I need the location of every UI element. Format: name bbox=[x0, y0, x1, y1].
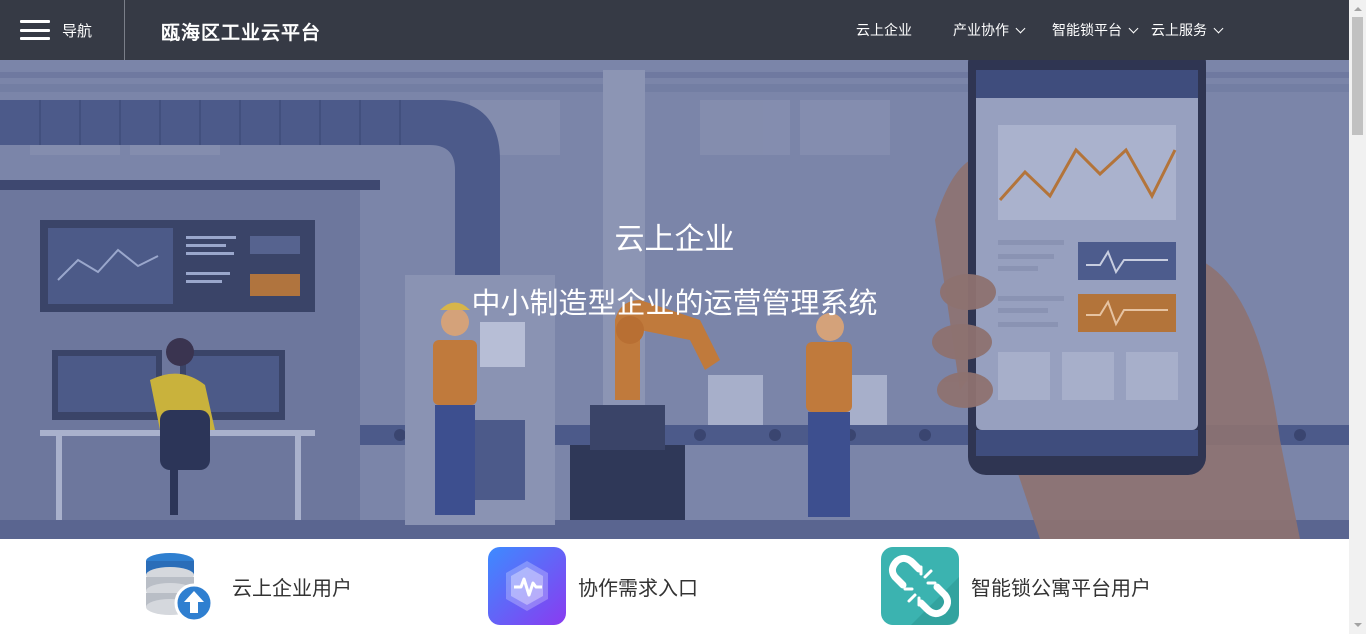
card-label: 协作需求入口 bbox=[578, 575, 698, 600]
pulse-hexagon-icon bbox=[488, 547, 566, 625]
card-smart-lock-apartment-user[interactable]: 智能锁公寓平台用户 bbox=[881, 547, 1151, 625]
top-navbar: 导航 瓯海区工业云平台 云上企业 产业协作 智能锁平台 云上服务 bbox=[0, 0, 1349, 60]
scroll-down-arrow-icon[interactable] bbox=[1349, 617, 1366, 634]
site-title[interactable]: 瓯海区工业云平台 bbox=[161, 18, 321, 45]
card-collaboration-entry[interactable]: 协作需求入口 bbox=[488, 547, 698, 625]
card-label: 云上企业用户 bbox=[232, 575, 352, 600]
nav-toggle-button[interactable]: 导航 bbox=[0, 0, 125, 60]
entry-cards: 云上企业用户 协作需求入口 智能锁公寓平台用户 bbox=[0, 539, 1349, 634]
vertical-scrollbar[interactable] bbox=[1349, 0, 1366, 634]
menu-item-label: 云上企业 bbox=[856, 23, 912, 39]
menu-item-label: 产业协作 bbox=[953, 23, 1009, 39]
menu-item-cloud-enterprise[interactable]: 云上企业 bbox=[856, 0, 912, 60]
hero-subtitle: 中小制造型企业的运营管理系统 bbox=[471, 286, 878, 320]
nav-label: 导航 bbox=[62, 21, 93, 40]
menu-item-industry-collaboration[interactable]: 产业协作 bbox=[953, 0, 1026, 60]
chevron-down-icon bbox=[1015, 23, 1026, 33]
chevron-down-icon bbox=[1128, 23, 1139, 33]
hamburger-icon bbox=[20, 20, 50, 40]
page: 导航 瓯海区工业云平台 云上企业 产业协作 智能锁平台 云上服务 云上企业 中小… bbox=[0, 0, 1366, 634]
broken-link-icon bbox=[881, 547, 959, 625]
card-cloud-enterprise-user[interactable]: 云上企业用户 bbox=[142, 547, 352, 625]
scroll-thumb[interactable] bbox=[1352, 17, 1363, 135]
chevron-down-icon bbox=[1213, 23, 1224, 33]
hero-banner: 云上企业 中小制造型企业的运营管理系统 bbox=[0, 60, 1349, 539]
menu-item-cloud-services[interactable]: 云上服务 bbox=[1151, 0, 1224, 60]
menu-item-label: 智能锁平台 bbox=[1052, 23, 1122, 39]
database-upload-icon bbox=[142, 547, 220, 625]
scroll-up-arrow-icon[interactable] bbox=[1349, 0, 1366, 17]
hero-title: 云上企业 bbox=[614, 222, 735, 257]
card-label: 智能锁公寓平台用户 bbox=[971, 575, 1151, 600]
menu-item-smart-lock-platform[interactable]: 智能锁平台 bbox=[1052, 0, 1139, 60]
menu-item-label: 云上服务 bbox=[1151, 23, 1207, 39]
